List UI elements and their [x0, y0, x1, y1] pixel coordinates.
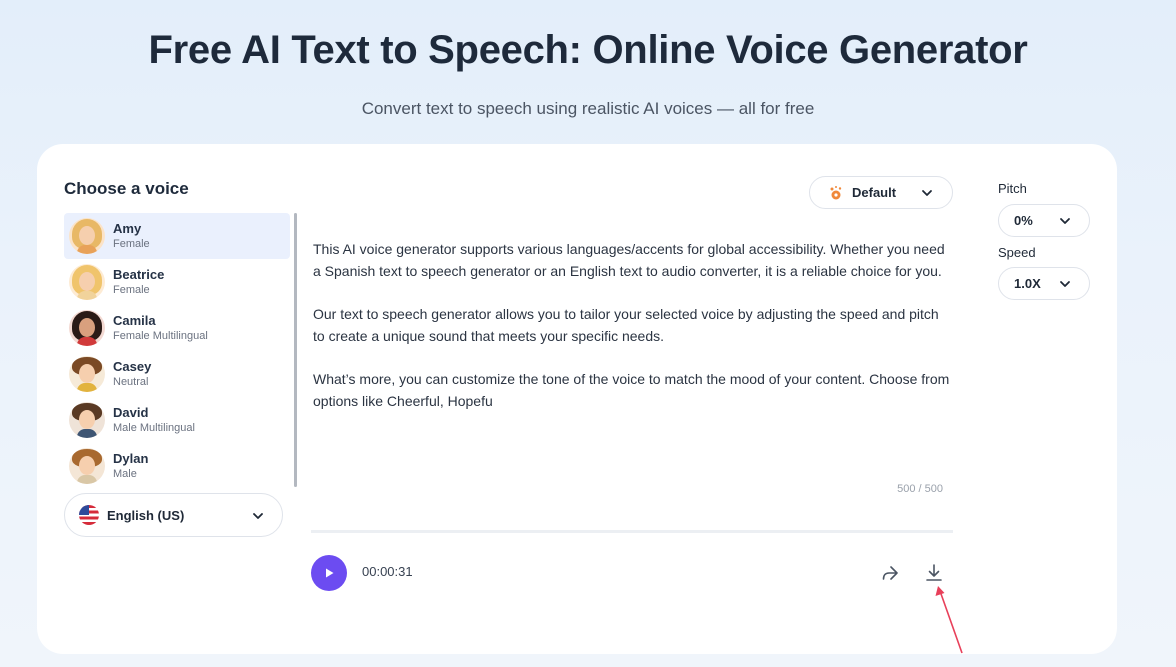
play-button[interactable]	[311, 555, 347, 591]
avatar	[69, 310, 105, 346]
chevron-down-icon	[922, 190, 932, 196]
voice-name: David	[113, 405, 149, 420]
play-icon	[326, 568, 334, 578]
voices-heading: Choose a voice	[64, 179, 189, 198]
voice-item-beatrice[interactable]: Beatrice Female	[64, 259, 290, 305]
voice-item-camila[interactable]: Camila Female Multilingual	[64, 305, 290, 351]
pitch-value: 0%	[1014, 213, 1033, 228]
voice-list-scrollbar[interactable]	[294, 213, 297, 487]
chevron-down-icon	[1060, 218, 1070, 224]
audio-time: 00:00:31	[362, 564, 413, 579]
voice-name: Camila	[113, 313, 156, 328]
style-select[interactable]: Default	[809, 176, 953, 209]
style-sparkle-icon	[830, 185, 842, 199]
speed-label: Speed	[998, 245, 1036, 260]
us-flag-icon	[79, 505, 99, 525]
voice-desc: Female	[113, 238, 150, 250]
share-icon	[882, 566, 898, 580]
pitch-label: Pitch	[998, 181, 1027, 196]
avatar	[69, 448, 105, 484]
text-paragraph: What’s more, you can customize the tone …	[313, 371, 950, 409]
language-label: English (US)	[107, 507, 185, 523]
share-button[interactable]	[879, 562, 901, 584]
download-icon	[926, 564, 942, 581]
voice-desc: Neutral	[113, 376, 149, 388]
tts-card: Choose a voice Amy Female Beatrice Femal…	[37, 144, 1117, 654]
voice-desc: Male	[113, 468, 137, 480]
chevron-down-icon	[253, 513, 263, 519]
page-title: Free AI Text to Speech: Online Voice Gen…	[148, 28, 1028, 72]
voice-item-amy[interactable]: Amy Female	[64, 213, 290, 259]
voice-item-casey[interactable]: Casey Neutral	[64, 351, 290, 397]
voice-item-david[interactable]: David Male Multilingual	[64, 397, 290, 443]
text-input-area[interactable]: This AI voice generator supports various…	[313, 238, 953, 498]
voice-name: Beatrice	[113, 267, 165, 282]
annotation-arrow-icon	[935, 586, 963, 654]
language-select[interactable]: English (US)	[64, 493, 283, 537]
voice-name: Casey	[113, 359, 152, 374]
pitch-select[interactable]: 0%	[998, 204, 1090, 237]
download-button[interactable]	[923, 562, 945, 584]
voice-item-dylan[interactable]: Dylan Male	[64, 443, 290, 487]
speed-select[interactable]: 1.0X	[998, 267, 1090, 300]
text-paragraph: Our text to speech generator allows you …	[313, 306, 939, 344]
voice-desc: Female	[113, 284, 150, 296]
avatar	[69, 402, 105, 438]
voice-name: Amy	[113, 221, 142, 236]
voice-desc: Male Multilingual	[113, 422, 195, 434]
text-paragraph: This AI voice generator supports various…	[313, 241, 945, 279]
char-count: 500 / 500	[897, 483, 943, 495]
avatar	[69, 356, 105, 392]
avatar	[69, 218, 105, 254]
chevron-down-icon	[1060, 281, 1070, 287]
voice-name: Dylan	[113, 451, 149, 466]
audio-progress-bar[interactable]	[311, 530, 953, 533]
avatar	[69, 264, 105, 300]
voice-list[interactable]: Amy Female Beatrice Female Camila Female…	[64, 213, 290, 487]
speed-value: 1.0X	[1014, 276, 1041, 291]
page-subtitle: Convert text to speech using realistic A…	[361, 99, 815, 118]
style-label: Default	[852, 185, 897, 200]
voice-desc: Female Multilingual	[113, 330, 208, 342]
